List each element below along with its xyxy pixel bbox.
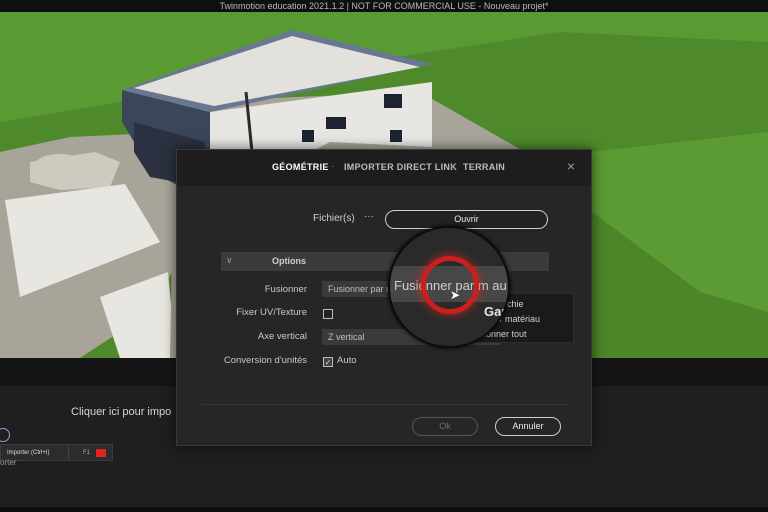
click-highlight-ring [421, 256, 479, 314]
chevron-down-icon: ∨ [226, 255, 233, 265]
mouse-cursor-icon: ➤ [450, 288, 461, 302]
options-title: Options [272, 256, 306, 266]
unit-conversion-value: Auto [337, 355, 357, 366]
dialog-header: GÉOMÉTRIE · IMPORTER DIRECT LINK · TERRA… [177, 150, 591, 186]
import-caption: orter [0, 458, 17, 467]
browse-icon[interactable]: ··· [364, 211, 374, 222]
tab-geometry[interactable]: GÉOMÉTRIE [272, 162, 329, 172]
ok-button[interactable]: Ok [412, 417, 478, 436]
record-icon [96, 449, 106, 457]
tab-separator: · [331, 161, 334, 171]
tab-direct-link[interactable]: IMPORTER DIRECT LINK [344, 162, 457, 172]
files-label: Fichier(s) [313, 213, 355, 224]
import-hint: Cliquer ici pour impo [71, 406, 172, 418]
fix-uv-label: Fixer UV/Texture [236, 307, 307, 318]
unit-conversion-label: Conversion d'unités [223, 355, 307, 366]
importer-shortcut: F1 [83, 449, 91, 456]
vertical-axis-label: Axe vertical [257, 331, 307, 342]
close-icon[interactable]: × [567, 158, 575, 174]
open-button[interactable]: Ouvrir [385, 210, 548, 229]
merge-label: Fusionner [264, 284, 307, 295]
dialog-divider [201, 404, 569, 405]
tab-separator: · [450, 161, 453, 171]
magnifier-lens: Fusionner par m au Gar ➤ [388, 226, 510, 348]
tab-terrain[interactable]: TERRAIN [463, 162, 505, 172]
fix-uv-checkbox[interactable] [323, 309, 333, 319]
window-title: Twinmotion education 2021.1.2 | NOT FOR … [0, 0, 768, 12]
status-strip [0, 507, 768, 512]
cancel-button[interactable]: Annuler [495, 417, 561, 436]
lens-partial-text: Gar [484, 304, 507, 319]
importer-button[interactable]: Importer (Ctrl+I) F1 [0, 444, 113, 461]
unit-conversion-checkbox[interactable]: ✓ [323, 357, 333, 367]
